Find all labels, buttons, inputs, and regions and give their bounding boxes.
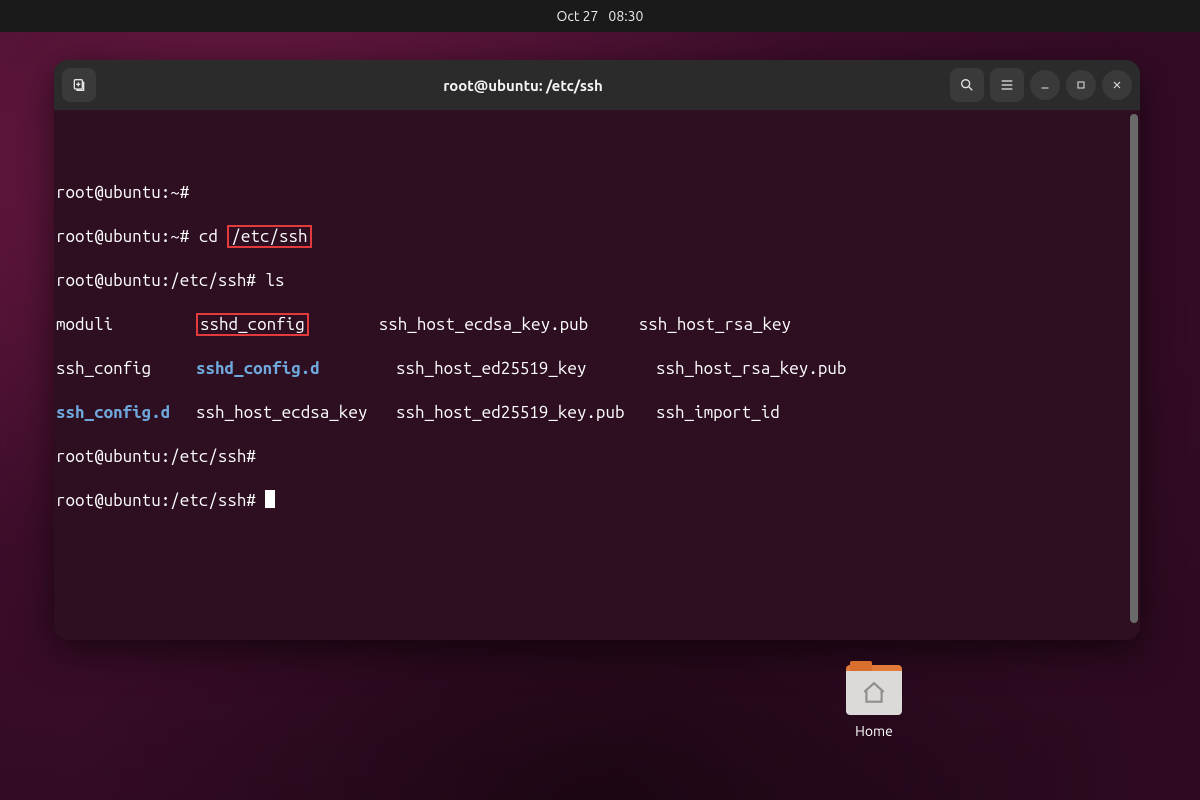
top-panel: Oct 27 08:30 [0, 0, 1200, 32]
window-titlebar[interactable]: root@ubuntu: /etc/ssh [54, 60, 1140, 110]
topbar-date: Oct 27 [557, 8, 599, 24]
terminal-scrollbar[interactable] [1130, 114, 1138, 623]
home-icon [861, 680, 887, 706]
ls-col: ssh_host_ecdsa_key [196, 402, 396, 424]
minimize-icon [1039, 79, 1051, 91]
ls-col-dir: sshd_config.d [196, 358, 396, 380]
window-title: root@ubuntu: /etc/ssh [96, 77, 950, 94]
ls-col: ssh_host_rsa_key [639, 315, 791, 334]
search-icon [959, 77, 975, 93]
hamburger-icon [999, 77, 1015, 93]
terminal-body[interactable]: root@ubuntu:~# root@ubuntu:~# cd /etc/ss… [54, 110, 1140, 640]
desktop-icon-label: Home [846, 723, 902, 739]
ls-col: ssh_host_ed25519_key [396, 358, 656, 380]
prompt: root@ubuntu:~# [56, 227, 189, 246]
close-button[interactable] [1102, 70, 1132, 100]
cmd-cd: cd [199, 227, 218, 246]
prompt: root@ubuntu:~# [56, 183, 189, 202]
cursor [265, 490, 275, 508]
terminal-window: root@ubuntu: /etc/ssh root@ubuntu:~# roo… [54, 60, 1140, 640]
ls-col: ssh_config [56, 358, 196, 380]
desktop-icon-home[interactable]: Home [846, 665, 902, 739]
highlight-cd-arg: /etc/ssh [227, 225, 311, 248]
maximize-icon [1075, 79, 1087, 91]
minimize-button[interactable] [1030, 70, 1060, 100]
ls-col: ssh_host_ecdsa_key.pub [379, 314, 639, 336]
ls-col: ssh_host_ed25519_key.pub [396, 402, 656, 424]
prompt: root@ubuntu:/etc/ssh# [56, 271, 256, 290]
new-tab-icon [71, 77, 87, 93]
folder-icon [846, 665, 902, 715]
search-button[interactable] [950, 68, 984, 102]
maximize-button[interactable] [1066, 70, 1096, 100]
hamburger-menu-button[interactable] [990, 68, 1024, 102]
cmd-ls: ls [265, 271, 284, 290]
highlight-sshd-config: sshd_config [196, 313, 309, 336]
prompt: root@ubuntu:/etc/ssh# [56, 447, 256, 466]
topbar-time: 08:30 [608, 8, 643, 24]
prompt: root@ubuntu:/etc/ssh# [56, 491, 256, 510]
ls-col-dir: ssh_config.d [56, 402, 196, 424]
new-tab-button[interactable] [62, 68, 96, 102]
ls-col: ssh_host_rsa_key.pub [656, 359, 846, 378]
ls-col: moduli [56, 314, 196, 336]
terminal-content: root@ubuntu:~# root@ubuntu:~# cd /etc/ss… [56, 160, 1134, 640]
ls-col: ssh_import_id [656, 403, 780, 422]
close-icon [1111, 79, 1123, 91]
